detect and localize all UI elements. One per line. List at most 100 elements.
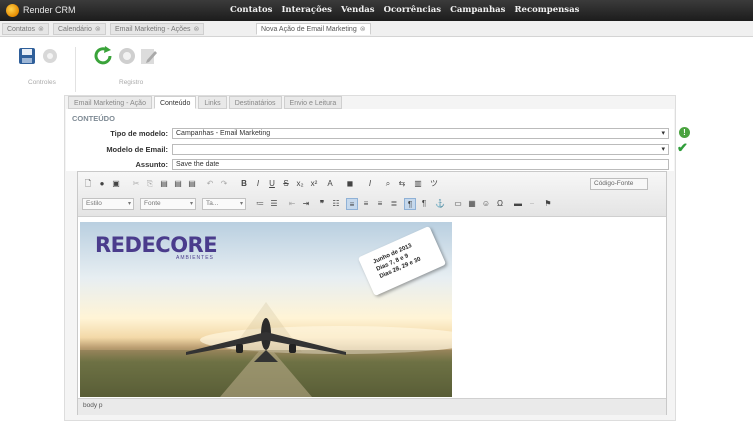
tab-email-marketing-acoes[interactable]: Email Marketing - Ações ⊗ bbox=[110, 23, 205, 35]
source-code-label: Código-Fonte bbox=[594, 180, 634, 187]
close-icon[interactable]: ⊗ bbox=[360, 26, 366, 33]
remove-format-icon[interactable]: I bbox=[364, 178, 376, 190]
page-tabs-row: Contatos ⊗ Calendário ⊗ Email Marketing - … bbox=[0, 21, 753, 37]
rtl-direction-icon[interactable]: ¶ bbox=[418, 198, 430, 210]
section-title: CONTEÚDO bbox=[72, 114, 115, 123]
underline-icon[interactable]: U bbox=[266, 178, 278, 190]
special-char-icon[interactable]: Ω bbox=[494, 198, 506, 210]
group-label-controles: Controles bbox=[28, 79, 56, 86]
italic-icon[interactable]: I bbox=[252, 178, 264, 190]
style-combo[interactable]: Estilo ▾ bbox=[82, 198, 134, 210]
refresh-button[interactable] bbox=[92, 45, 114, 69]
flag-icon[interactable]: ⚑ bbox=[542, 198, 554, 210]
strikethrough-icon[interactable]: S bbox=[280, 178, 292, 190]
menu-item-recompensas[interactable]: Recompensas bbox=[514, 5, 579, 15]
brand-logo: REDECORE bbox=[95, 233, 218, 257]
close-icon[interactable]: ⊗ bbox=[193, 26, 199, 33]
anchor-icon[interactable]: ⚓ bbox=[434, 198, 446, 210]
redo-icon[interactable]: ↷ bbox=[218, 178, 230, 190]
smiley-icon[interactable]: ☺ bbox=[480, 198, 492, 210]
outdent-icon[interactable]: ⇤ bbox=[286, 198, 298, 210]
menu-item-interacoes[interactable]: Interações bbox=[281, 5, 332, 15]
toolbar-divider bbox=[75, 47, 76, 92]
bulleted-list-icon[interactable]: ☰ bbox=[268, 198, 280, 210]
numbered-list-icon[interactable]: ≔ bbox=[254, 198, 266, 210]
info-ok-icon[interactable]: ! bbox=[679, 127, 690, 138]
menu-item-vendas[interactable]: Vendas bbox=[341, 5, 375, 15]
template-icon[interactable]: ▣ bbox=[110, 178, 122, 190]
table-icon[interactable]: ▦ bbox=[466, 198, 478, 210]
checkmark-icon: ✔ bbox=[677, 140, 688, 155]
tipo-modelo-select[interactable]: Campanhas - Email Marketing ▾ bbox=[172, 128, 669, 139]
tipo-modelo-value: Campanhas - Email Marketing bbox=[176, 130, 271, 137]
ltr-direction-icon[interactable]: ¶ bbox=[404, 198, 416, 210]
superscript-icon[interactable]: x² bbox=[308, 178, 320, 190]
menu-item-ocorrencias[interactable]: Ocorrências bbox=[384, 5, 442, 15]
indent-icon[interactable]: ⇥ bbox=[300, 198, 312, 210]
tab-links[interactable]: Links bbox=[198, 96, 227, 109]
tab-label: Nova Ação de Email Marketing bbox=[261, 26, 357, 33]
refresh-icon bbox=[94, 46, 112, 65]
cut-icon[interactable]: ✂ bbox=[130, 178, 142, 190]
menu-item-contatos[interactable]: Contatos bbox=[230, 5, 272, 15]
align-right-icon[interactable]: ≡ bbox=[374, 198, 386, 210]
save-button[interactable] bbox=[18, 47, 36, 67]
tab-contatos[interactable]: Contatos ⊗ bbox=[2, 23, 49, 35]
select-all-icon[interactable]: ▥ bbox=[412, 178, 424, 190]
dropdown-arrow-icon: ▾ bbox=[661, 146, 665, 153]
delete-button[interactable] bbox=[118, 47, 136, 67]
modelo-email-label: Modelo de Email: bbox=[106, 145, 168, 154]
div-container-icon[interactable]: ☷ bbox=[330, 198, 342, 210]
paste-text-icon[interactable]: ▤ bbox=[172, 178, 184, 190]
modelo-email-select[interactable]: ▾ bbox=[172, 144, 669, 155]
tab-calendario[interactable]: Calendário ⊗ bbox=[53, 23, 106, 35]
tab-label: Email Marketing - Ações bbox=[115, 26, 191, 33]
menu-item-campanhas[interactable]: Campanhas bbox=[450, 5, 505, 15]
text-color-icon[interactable]: A bbox=[324, 178, 336, 190]
delete-icon bbox=[119, 48, 135, 64]
source-code-button[interactable]: Código-Fonte bbox=[590, 178, 648, 190]
close-icon[interactable]: ⊗ bbox=[38, 26, 44, 33]
align-left-icon[interactable]: ≡ bbox=[346, 198, 358, 210]
horizontal-rule-icon[interactable]: ▬ bbox=[512, 198, 524, 210]
size-combo[interactable]: Ta... ▾ bbox=[202, 198, 246, 210]
save-icon bbox=[19, 48, 35, 64]
background-color-icon[interactable]: ◼ bbox=[344, 178, 356, 190]
dropdown-arrow-icon: ▾ bbox=[661, 130, 665, 137]
app-logo-icon[interactable] bbox=[6, 4, 19, 17]
tab-label: Calendário bbox=[58, 26, 92, 33]
tab-nova-acao[interactable]: Nova Ação de Email Marketing ⊗ bbox=[256, 23, 371, 35]
copy-icon[interactable]: ⎘ bbox=[144, 178, 156, 190]
edit-icon bbox=[141, 49, 157, 64]
tab-conteudo[interactable]: Conteúdo bbox=[153, 96, 197, 109]
edit-button[interactable] bbox=[140, 47, 158, 67]
justify-icon[interactable]: ≣ bbox=[388, 198, 400, 210]
subscript-icon[interactable]: x₂ bbox=[294, 178, 306, 190]
bold-icon[interactable]: B bbox=[238, 178, 250, 190]
paste-icon[interactable]: ▤ bbox=[158, 178, 170, 190]
font-combo[interactable]: Fonte ▾ bbox=[140, 198, 196, 210]
dropdown-arrow-icon: ▾ bbox=[239, 201, 243, 207]
page-break-icon[interactable]: ⎯ bbox=[526, 198, 538, 210]
paste-word-icon[interactable]: ▤ bbox=[186, 178, 198, 190]
find-icon[interactable]: ⌕ bbox=[382, 178, 394, 190]
inner-tabs: Email Marketing - Ação Conteúdo Links De… bbox=[68, 96, 343, 109]
preview-icon[interactable]: ● bbox=[96, 178, 108, 190]
size-combo-label: Ta... bbox=[206, 200, 219, 207]
blockquote-icon[interactable]: ❞ bbox=[316, 198, 328, 210]
tab-envio-e-leitura[interactable]: Envio e Leitura bbox=[283, 96, 343, 109]
align-center-icon[interactable]: ≡ bbox=[360, 198, 372, 210]
tab-destinatarios[interactable]: Destinatários bbox=[228, 96, 282, 109]
group-label-registro: Registro bbox=[119, 79, 144, 86]
new-page-icon[interactable]: 🗋 bbox=[82, 178, 94, 190]
image-icon[interactable]: ▭ bbox=[452, 198, 464, 210]
font-combo-label: Fonte bbox=[144, 200, 161, 207]
element-path[interactable]: body p bbox=[83, 402, 103, 409]
cancel-button[interactable] bbox=[42, 48, 58, 66]
replace-icon[interactable]: ⇆ bbox=[396, 178, 408, 190]
spellcheck-icon[interactable]: ツ bbox=[428, 178, 440, 190]
undo-icon[interactable]: ↶ bbox=[204, 178, 216, 190]
close-icon[interactable]: ⊗ bbox=[95, 26, 101, 33]
assunto-input[interactable]: Save the date bbox=[172, 159, 669, 170]
tab-email-marketing-acao[interactable]: Email Marketing - Ação bbox=[68, 96, 152, 109]
